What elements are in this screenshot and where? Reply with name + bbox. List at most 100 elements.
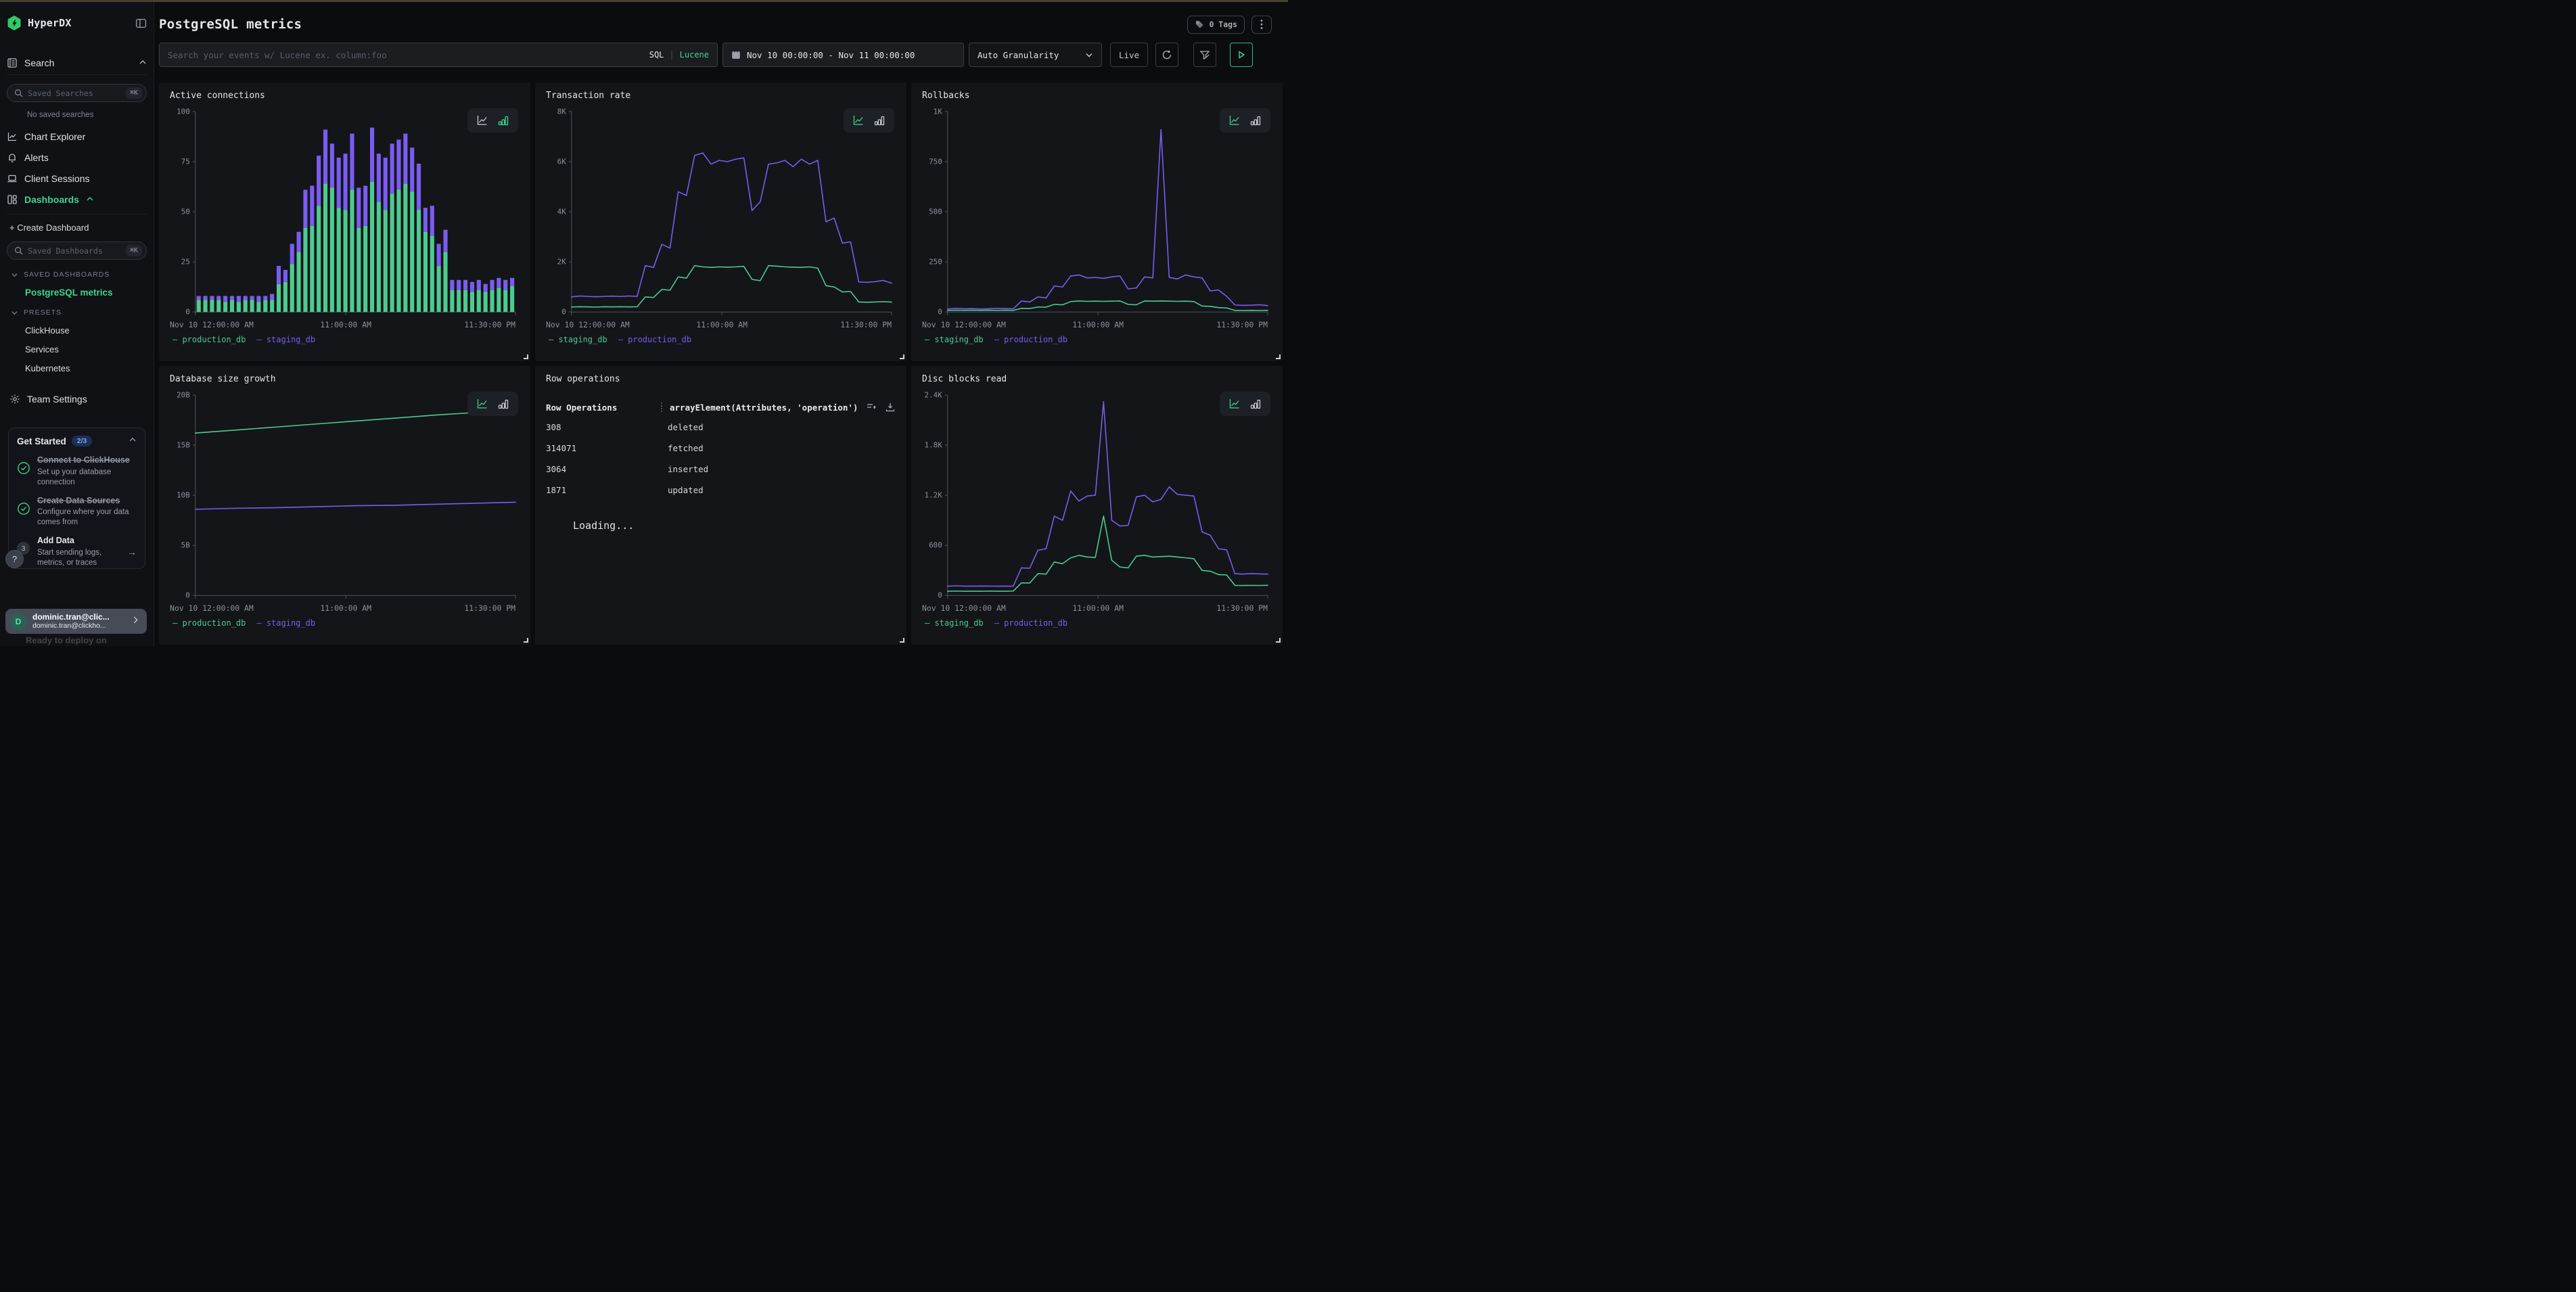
legend-item[interactable]: — staging_db: [256, 335, 315, 344]
laptop-icon: [7, 173, 18, 184]
chevron-up-icon[interactable]: [86, 194, 94, 205]
sidebar-preset-clickhouse[interactable]: ClickHouse: [25, 325, 147, 336]
resize-handle[interactable]: [1276, 638, 1281, 643]
search-icon: [14, 246, 23, 255]
get-started-item-add-data[interactable]: 3 Add Data Start sending logs, metrics, …: [17, 536, 137, 568]
get-started-item-sources[interactable]: Create Data Sources Configure where your…: [17, 496, 137, 528]
profile-name: dominic.tran@clic...: [32, 612, 110, 622]
refresh-button[interactable]: [1155, 43, 1178, 67]
event-search-input[interactable]: [168, 50, 649, 60]
get-started-card: Get Started 2/3 Connect to ClickHouse Se…: [8, 428, 145, 569]
table-row: 3064 inserted: [546, 459, 896, 480]
legend-item[interactable]: — production_db: [172, 335, 246, 344]
svg-text:2K: 2K: [557, 258, 567, 267]
resize-handle[interactable]: [524, 638, 528, 643]
sidebar-item-chart-explorer[interactable]: Chart Explorer: [7, 126, 147, 147]
bar-view-icon[interactable]: [497, 114, 509, 126]
presets-section[interactable]: PRESETS: [11, 308, 147, 317]
sidebar-item-alerts[interactable]: Alerts: [7, 147, 147, 168]
bar-view-icon[interactable]: [1249, 114, 1262, 126]
more-menu-button[interactable]: [1251, 16, 1272, 34]
profile-card[interactable]: D dominic.tran@clic... dominic.tran@clic…: [5, 609, 147, 634]
svg-text:600: 600: [929, 541, 942, 550]
arrow-right-icon: →: [127, 547, 137, 557]
svg-text:Nov 10 12:00:00 AM: Nov 10 12:00:00 AM: [922, 320, 1006, 329]
line-view-icon[interactable]: [476, 398, 488, 410]
sidebar-item-dashboards[interactable]: Dashboards: [7, 189, 147, 210]
line-view-icon[interactable]: [852, 114, 865, 126]
svg-text:0: 0: [185, 308, 190, 317]
bell-icon: [7, 152, 18, 163]
sidebar-item-label: Chart Explorer: [24, 131, 85, 142]
svg-text:100: 100: [177, 107, 190, 116]
line-view-icon[interactable]: [476, 114, 488, 126]
legend-item[interactable]: — staging_db: [925, 335, 984, 344]
legend-item[interactable]: — staging_db: [256, 618, 315, 628]
bar-view-icon[interactable]: [1249, 398, 1262, 410]
sort-list-icon[interactable]: [866, 402, 877, 413]
sidebar-preset-kubernetes[interactable]: Kubernetes: [25, 363, 147, 373]
filter-button[interactable]: [1193, 43, 1216, 67]
sql-mode-toggle[interactable]: SQL: [649, 50, 664, 60]
bar-view-icon[interactable]: [873, 114, 886, 126]
get-started-item-connect[interactable]: Connect to ClickHouse Set up your databa…: [17, 455, 137, 488]
event-search-box[interactable]: SQL | Lucene: [159, 43, 718, 67]
resize-handle[interactable]: [900, 638, 904, 643]
panel-title: Disc blocks read: [922, 374, 1272, 384]
resize-handle[interactable]: [524, 354, 528, 359]
svg-text:50: 50: [181, 208, 190, 216]
live-button[interactable]: Live: [1110, 43, 1148, 67]
table-header-row-operations[interactable]: Row Operations: [546, 402, 661, 413]
profile-email: dominic.tran@clickho...: [32, 622, 110, 630]
chevron-up-icon[interactable]: [129, 435, 137, 447]
run-query-button[interactable]: [1230, 43, 1253, 67]
cell-count: 314071: [546, 443, 668, 453]
line-view-icon[interactable]: [1228, 114, 1241, 126]
download-icon[interactable]: [885, 402, 896, 413]
get-started-item-desc: Set up your database connection: [37, 467, 137, 488]
saved-dashboards-search[interactable]: ⌘K: [7, 241, 147, 260]
legend-item[interactable]: — staging_db: [925, 618, 984, 628]
legend-item[interactable]: — production_db: [172, 618, 246, 628]
sidebar-collapse-icon[interactable]: [135, 18, 147, 29]
legend-item[interactable]: — production_db: [618, 335, 691, 344]
sidebar-item-client-sessions[interactable]: Client Sessions: [7, 168, 147, 189]
sidebar-item-team-settings[interactable]: Team Settings: [9, 394, 147, 405]
column-resize-handle[interactable]: [661, 402, 663, 412]
sidebar-preset-services[interactable]: Services: [25, 344, 147, 354]
get-started-item-title: Connect to ClickHouse: [37, 455, 137, 466]
create-dashboard-button[interactable]: + Create Dashboard: [9, 223, 147, 233]
bar-view-icon[interactable]: [497, 398, 509, 410]
brand-title: HyperDX: [28, 17, 72, 29]
resize-handle[interactable]: [1276, 354, 1281, 359]
legend-item[interactable]: — production_db: [994, 335, 1067, 344]
chart-view-toggle: [1220, 392, 1270, 416]
legend-item[interactable]: — production_db: [994, 618, 1067, 628]
line-view-icon[interactable]: [1228, 398, 1241, 410]
saved-searches-input[interactable]: [28, 89, 121, 98]
chart-line-icon: [7, 131, 18, 142]
chart-canvas: 05B10B15B20BNov 10 12:00:00 AM11:00:00 A…: [170, 388, 520, 617]
date-range-picker[interactable]: Nov 10 00:00:00 - Nov 11 00:00:00: [722, 43, 964, 67]
saved-dashboards-section[interactable]: SAVED DASHBOARDS: [11, 271, 147, 279]
chevron-up-icon[interactable]: [139, 57, 147, 68]
panel-title: Database size growth: [170, 374, 520, 384]
saved-searches-search[interactable]: ⌘K: [7, 84, 147, 102]
chart-view-toggle: [467, 392, 518, 416]
chart-legend: — staging_db — production_db: [546, 335, 896, 344]
help-button[interactable]: ?: [5, 550, 24, 568]
chart-legend: — production_db — staging_db: [170, 335, 520, 344]
table-header-operation[interactable]: arrayElement(Attributes, 'operation'): [670, 402, 858, 413]
check-circle-icon: [17, 496, 30, 528]
panel-active-connections: Active connections 0255075100Nov 10 12:0…: [159, 83, 530, 361]
legend-item[interactable]: — staging_db: [549, 335, 607, 344]
hyperdx-logo-icon: [7, 16, 22, 30]
lucene-mode-toggle[interactable]: Lucene: [680, 50, 709, 60]
resize-handle[interactable]: [900, 354, 904, 359]
granularity-select[interactable]: Auto Granularity: [969, 43, 1102, 67]
panel-database-size-growth: Database size growth 05B10B15B20BNov 10 …: [159, 366, 530, 645]
tags-button[interactable]: 0 Tags: [1187, 16, 1245, 34]
saved-dashboards-input[interactable]: [28, 246, 121, 256]
sidebar-dashboard-postgresql-metrics[interactable]: PostgreSQL metrics: [25, 287, 147, 298]
sidebar-item-search[interactable]: Search: [7, 53, 147, 75]
